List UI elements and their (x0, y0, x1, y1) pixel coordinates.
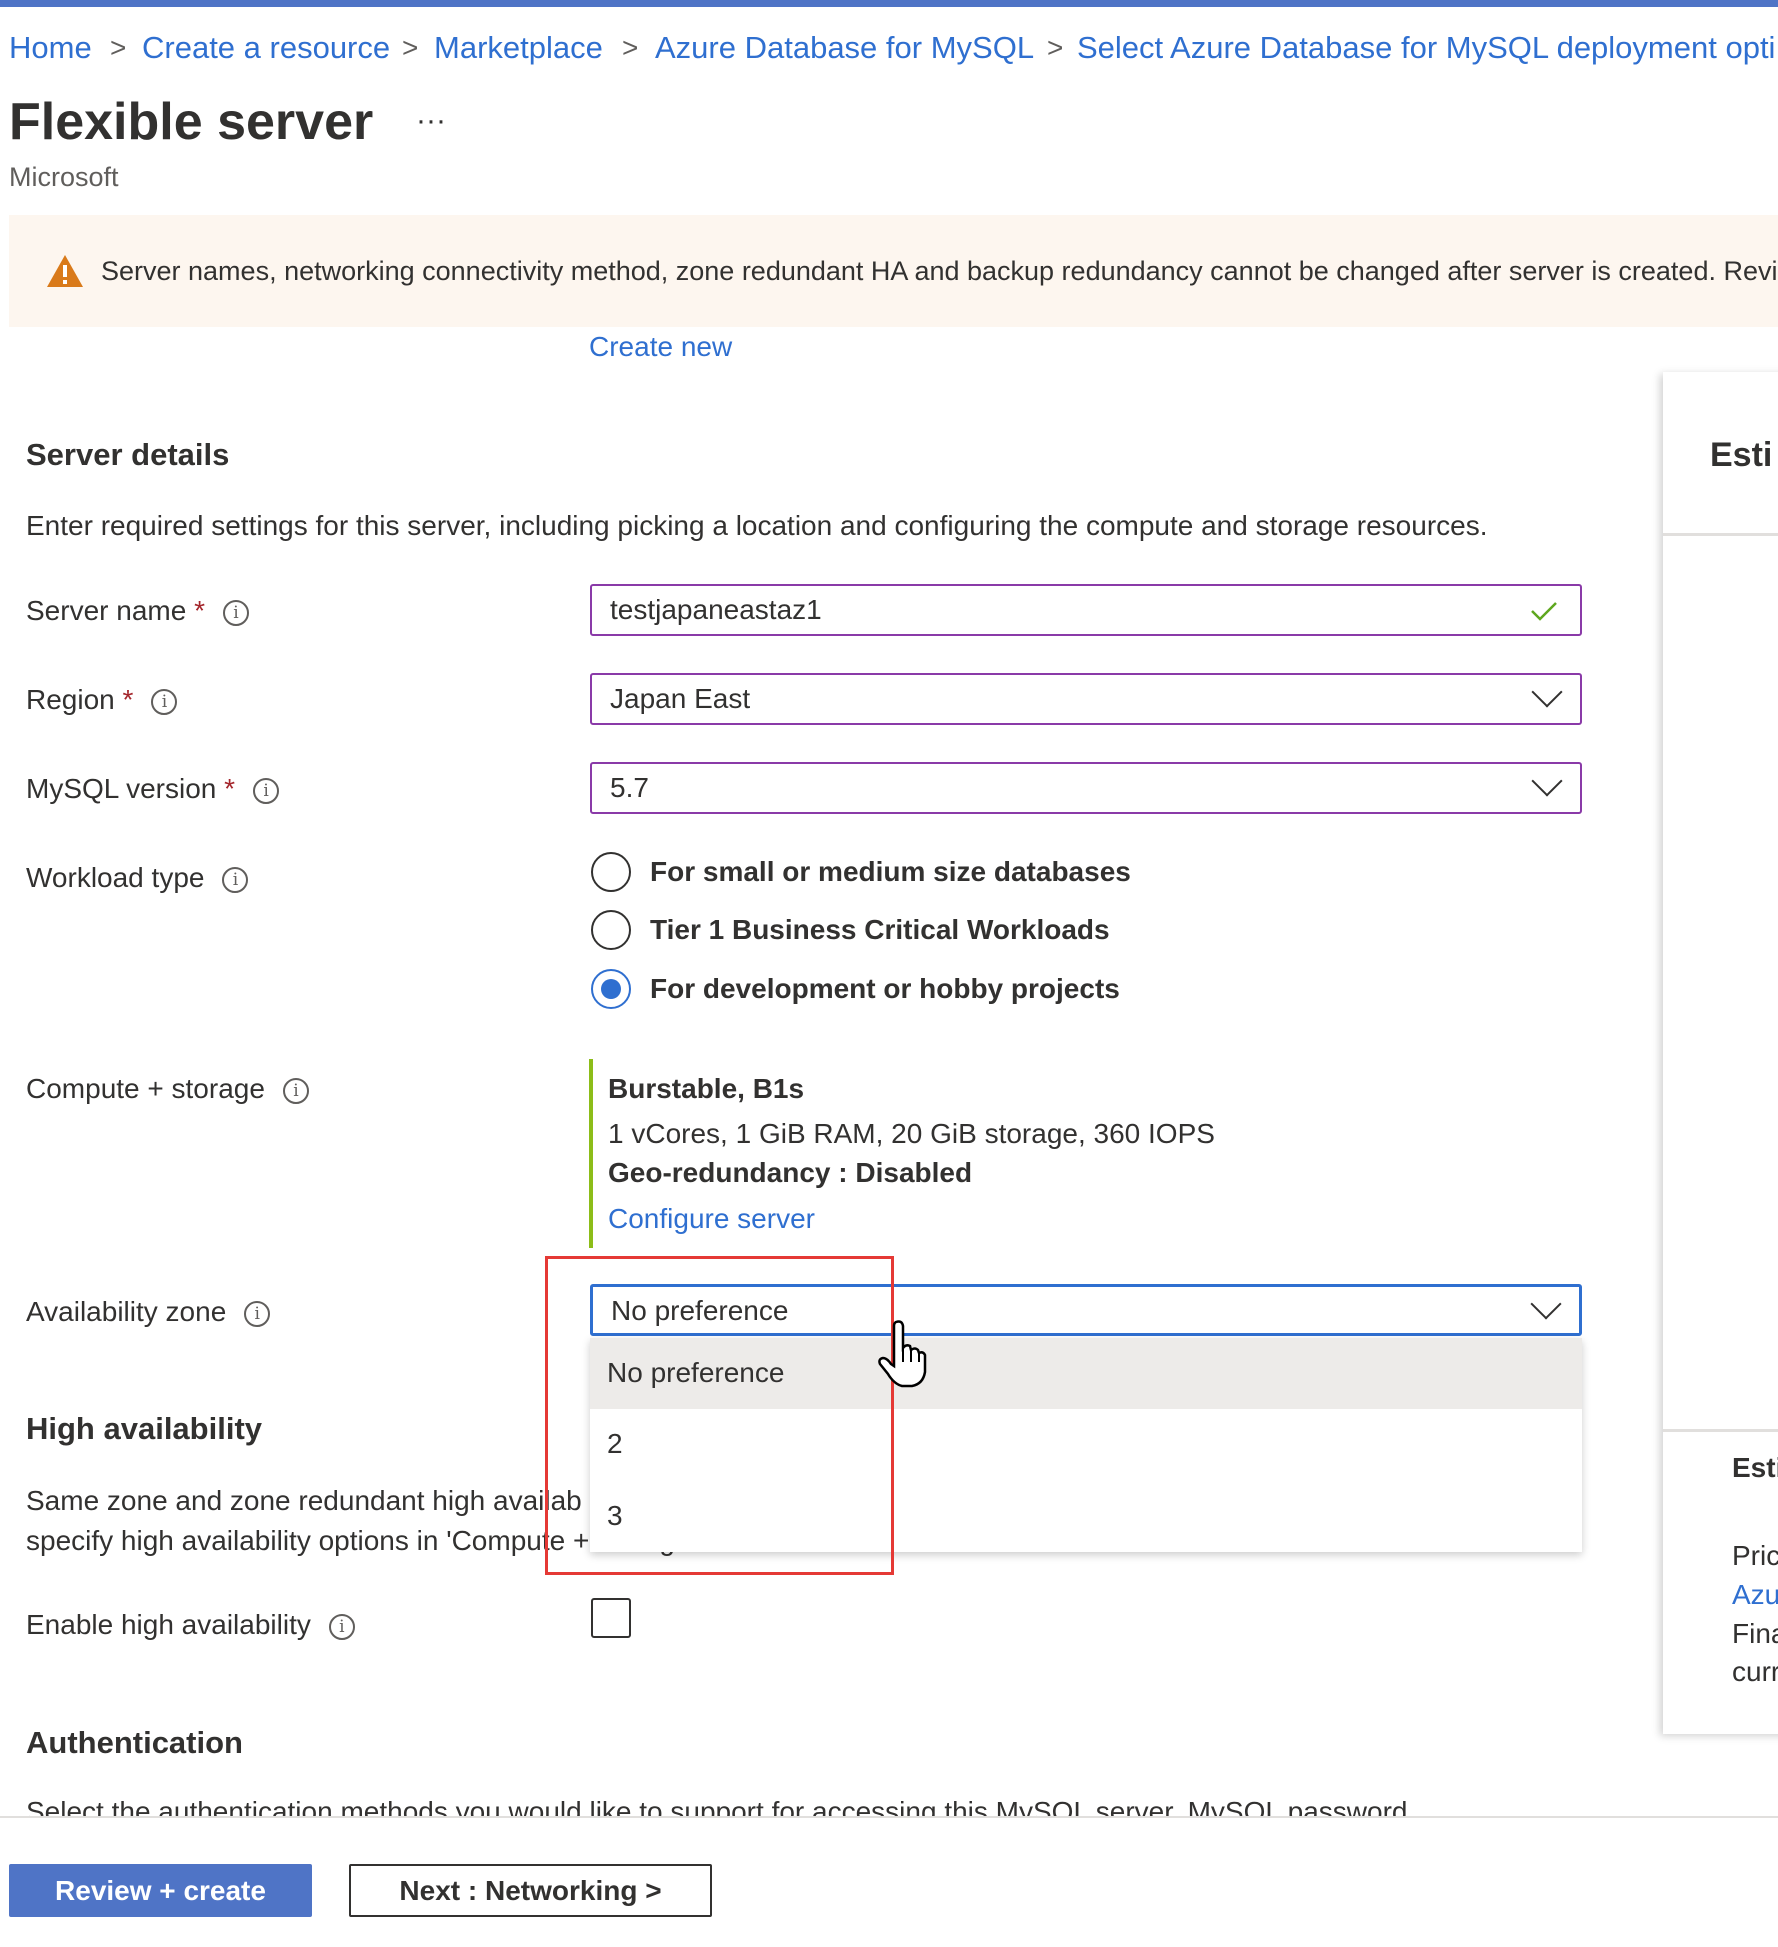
page-title: Flexible server (9, 93, 374, 151)
high-availability-heading: High availability (26, 1411, 263, 1446)
enable-ha-label: Enable high availability i (26, 1609, 355, 1641)
chevron-down-icon (1530, 1288, 1562, 1320)
info-icon[interactable]: i (328, 1613, 355, 1640)
availability-zone-label: Availability zone i (26, 1296, 271, 1328)
cost-text: Pric (1732, 1540, 1778, 1571)
region-value: Japan East (610, 683, 751, 714)
label-text: Compute + storage (26, 1073, 265, 1104)
authentication-description: Select the authentication methods you wo… (26, 1796, 1408, 1816)
chevron-right-icon: > (1047, 32, 1064, 63)
chevron-down-icon (1531, 765, 1563, 797)
breadcrumb-marketplace[interactable]: Marketplace (434, 30, 603, 66)
compute-specs: 1 vCores, 1 GiB RAM, 20 GiB storage, 360… (608, 1118, 1215, 1149)
radio-label-development[interactable]: For development or hobby projects (650, 973, 1120, 1005)
required-marker: * (224, 773, 236, 804)
cost-text: curr (1732, 1656, 1778, 1687)
radio-small-medium[interactable] (591, 852, 631, 892)
footer: Review + create Next : Networking > (0, 1816, 1778, 1947)
next-networking-button[interactable]: Next : Networking > (349, 1864, 712, 1917)
ha-description-line1: Same zone and zone redundant high availa… (26, 1485, 582, 1516)
workload-type-label: Workload type i (26, 862, 249, 894)
publisher: Microsoft (9, 162, 119, 192)
configure-server-link[interactable]: Configure server (608, 1203, 815, 1235)
info-icon[interactable]: i (222, 599, 249, 626)
cost-panel-heading: Esti (1710, 436, 1773, 474)
chevron-right-icon: > (402, 32, 419, 63)
radio-development[interactable] (591, 969, 631, 1009)
checkmark-icon (1531, 602, 1557, 621)
warning-triangle-icon (47, 255, 83, 287)
breadcrumb-deployment-option[interactable]: Select Azure Database for MySQL deployme… (1077, 30, 1775, 66)
mysql-version-label: MySQL version * i (26, 773, 280, 805)
more-options-button[interactable]: ··· (416, 104, 446, 138)
required-marker: * (194, 595, 205, 626)
info-icon[interactable]: i (244, 1300, 271, 1327)
chevron-right-icon: > (622, 32, 639, 63)
radio-tier1[interactable] (591, 910, 631, 950)
server-name-input[interactable]: testjapaneastaz1 (590, 584, 1582, 636)
authentication-heading: Authentication (26, 1725, 243, 1760)
radio-label-tier1[interactable]: Tier 1 Business Critical Workloads (650, 914, 1110, 946)
chevron-right-icon: > (110, 32, 127, 63)
label-text: Region (26, 684, 115, 715)
warning-banner: Server names, networking connectivity me… (9, 215, 1778, 327)
warning-text: Server names, networking connectivity me… (101, 256, 1778, 286)
required-marker: * (122, 684, 134, 715)
label-text: Workload type (26, 862, 205, 893)
cost-text: Fina (1732, 1618, 1778, 1649)
breadcrumb-home[interactable]: Home (9, 30, 92, 66)
authentication-description-clip: Select the authentication methods you wo… (0, 1790, 1663, 1816)
info-icon[interactable]: i (282, 1077, 309, 1104)
region-label: Region * i (26, 684, 178, 716)
server-name-value: testjapaneastaz1 (610, 594, 822, 625)
server-details-heading: Server details (26, 437, 230, 472)
compute-summary (589, 1059, 593, 1248)
enable-ha-checkbox[interactable] (591, 1598, 631, 1638)
compute-tier: Burstable, B1s (608, 1073, 805, 1104)
info-icon[interactable]: i (253, 777, 280, 804)
highlight-box (545, 1256, 894, 1575)
server-name-label: Server name * i (26, 595, 249, 627)
server-details-description: Enter required settings for this server,… (26, 510, 1488, 541)
geo-redundancy: Geo-redundancy : Disabled (608, 1157, 973, 1188)
divider (1663, 533, 1778, 536)
label-text: MySQL version (26, 773, 217, 804)
hand-cursor-icon (878, 1320, 927, 1388)
chevron-down-icon (1531, 676, 1563, 708)
mysql-version-select[interactable]: 5.7 (590, 762, 1582, 814)
top-bar (0, 0, 1778, 7)
breadcrumb-azure-mysql[interactable]: Azure Database for MySQL (655, 30, 1034, 66)
label-text: Availability zone (26, 1296, 227, 1327)
review-create-button[interactable]: Review + create (9, 1864, 312, 1917)
breadcrumb-create-resource[interactable]: Create a resource (142, 30, 390, 66)
compute-storage-label: Compute + storage i (26, 1073, 309, 1105)
cost-panel: Esti Esti Pric Azu Fina curr (1663, 372, 1778, 1734)
radio-label-small-medium[interactable]: For small or medium size databases (650, 856, 1131, 888)
info-icon[interactable]: i (151, 688, 178, 715)
divider (1663, 1429, 1778, 1432)
mysql-version-value: 5.7 (610, 772, 649, 803)
region-select[interactable]: Japan East (590, 673, 1582, 725)
label-text: Server name (26, 595, 187, 626)
cost-link[interactable]: Azu (1732, 1579, 1778, 1611)
create-new-link[interactable]: Create new (589, 331, 732, 363)
cost-section-heading: Esti (1732, 1452, 1778, 1483)
info-icon[interactable]: i (222, 866, 249, 893)
label-text: Enable high availability (26, 1609, 311, 1640)
